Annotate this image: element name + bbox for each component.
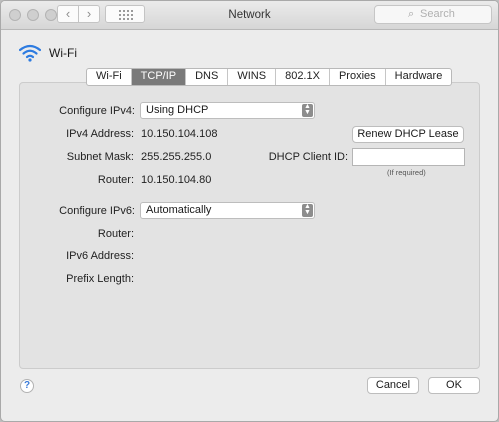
subnet-mask-value: 255.255.255.0 <box>141 151 212 163</box>
question-mark-icon: ? <box>23 380 31 391</box>
tab-dns[interactable]: DNS <box>186 69 229 85</box>
configure-ipv4-value: Using DHCP <box>146 104 209 116</box>
tab-bar: Wi-Fi TCP/IP DNS WINS 802.1X Proxies Har… <box>86 68 453 86</box>
tab-wifi[interactable]: Wi-Fi <box>87 69 132 85</box>
tab-tcpip[interactable]: TCP/IP <box>131 69 187 85</box>
wifi-icon <box>19 44 41 62</box>
search-icon: ⌕ <box>408 8 415 20</box>
title-bar: ‹ › Network ⌕ Search <box>1 1 498 30</box>
ipv6-router-label: Router: <box>97 228 134 240</box>
ok-button[interactable]: OK <box>428 377 480 394</box>
configure-ipv6-label: Configure IPv6: <box>59 205 135 217</box>
dhcp-client-id-label: DHCP Client ID: <box>268 151 348 163</box>
tab-hardware[interactable]: Hardware <box>386 69 452 85</box>
tab-8021x[interactable]: 802.1X <box>276 69 330 85</box>
network-preferences-window: ‹ › Network ⌕ Search Wi-Fi Wi-Fi TCP/IP … <box>0 0 499 422</box>
service-title: Wi-Fi <box>49 46 77 60</box>
subnet-mask-label: Subnet Mask: <box>66 151 134 163</box>
ipv6-address-label: IPv6 Address: <box>66 250 134 262</box>
search-placeholder: Search <box>420 8 455 20</box>
cancel-button[interactable]: Cancel <box>367 377 419 394</box>
configure-ipv4-popup[interactable]: Using DHCP ▲ ▼ <box>140 102 315 119</box>
tab-proxies[interactable]: Proxies <box>330 69 386 85</box>
configure-ipv6-value: Automatically <box>146 204 212 216</box>
prefix-length-label: Prefix Length: <box>66 273 134 285</box>
ipv4-address-value: 10.150.104.108 <box>141 128 218 140</box>
search-field[interactable]: ⌕ Search <box>374 5 492 24</box>
up-down-arrows-icon: ▲ ▼ <box>302 103 313 117</box>
if-required-hint: (If required) <box>387 168 426 177</box>
configure-ipv4-label: Configure IPv4: <box>59 105 135 117</box>
configure-ipv6-popup[interactable]: Automatically ▲ ▼ <box>140 202 315 219</box>
up-down-arrows-icon: ▲ ▼ <box>302 203 313 217</box>
router-value: 10.150.104.80 <box>141 174 212 186</box>
dhcp-client-id-field[interactable] <box>352 148 465 166</box>
help-button[interactable]: ? <box>20 379 34 393</box>
renew-dhcp-lease-button[interactable]: Renew DHCP Lease <box>352 126 464 143</box>
ipv4-address-label: IPv4 Address: <box>66 128 134 140</box>
tab-wins[interactable]: WINS <box>228 69 277 85</box>
router-label: Router: <box>97 174 134 186</box>
